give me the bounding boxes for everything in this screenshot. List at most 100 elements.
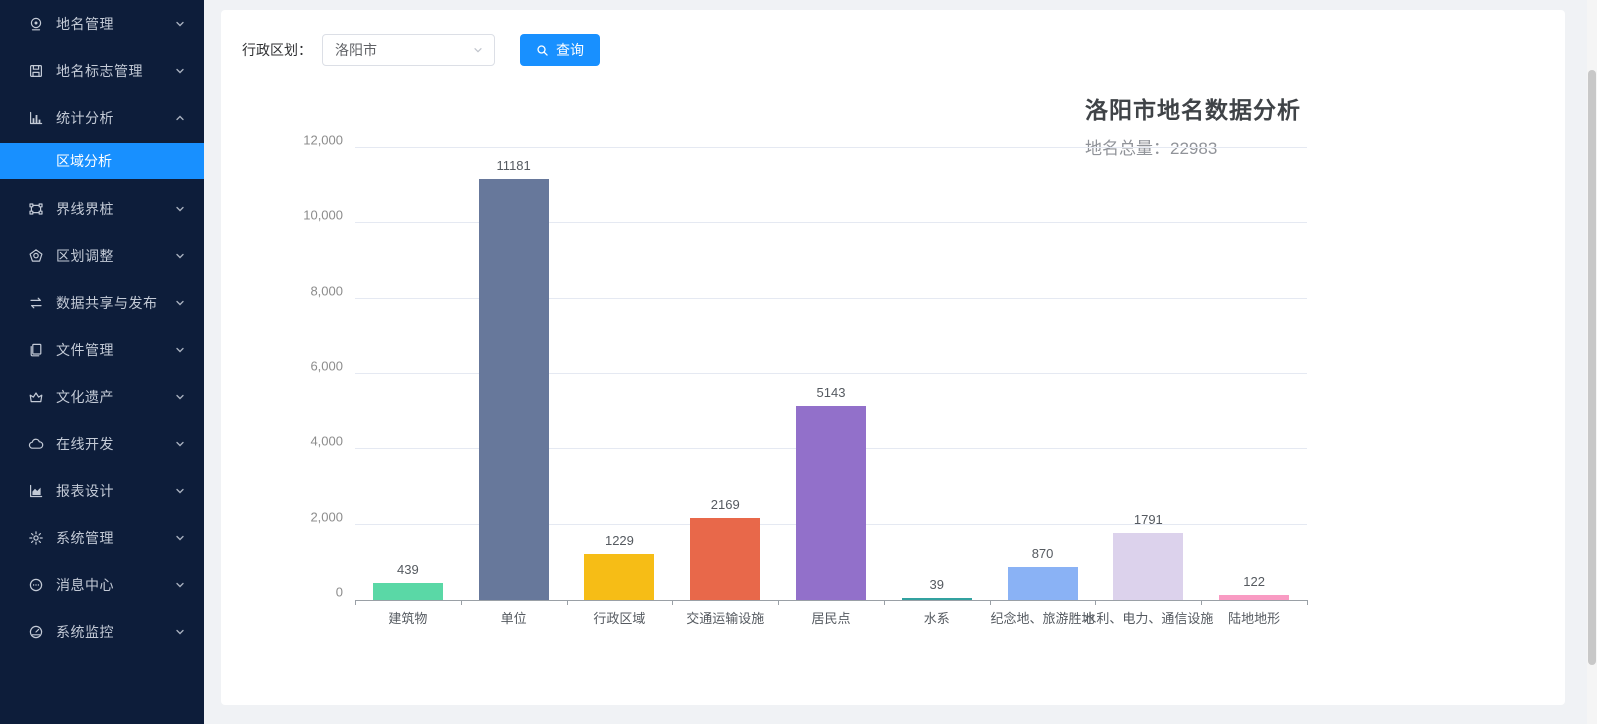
y-axis-tick-label: 4,000 — [283, 434, 343, 449]
save-icon — [28, 63, 44, 79]
x-axis-tick — [884, 600, 885, 605]
x-axis-category-label: 纪念地、旅游胜地 — [991, 608, 1095, 627]
chart-title: 洛阳市地名数据分析 — [1085, 91, 1301, 125]
sidebar-item-label: 在线开发 — [56, 434, 174, 454]
y-axis-tick-label: 8,000 — [283, 283, 343, 298]
bar-行政区域 — [584, 554, 654, 600]
x-axis-tick — [1307, 600, 1308, 605]
crown-icon — [28, 389, 44, 405]
y-axis-tick-label: 2,000 — [283, 509, 343, 524]
medal-icon — [28, 248, 44, 264]
sidebar-subitem-label: 区域分析 — [56, 151, 112, 171]
chevron-down-icon — [174, 297, 186, 309]
sidebar-item-gear[interactable]: 系统管理 — [0, 514, 204, 561]
sidebar-item-label: 数据共享与发布 — [56, 293, 174, 313]
chevron-up-icon — [174, 112, 186, 124]
chevron-down-icon — [174, 65, 186, 77]
x-axis-category-label: 单位 — [501, 608, 527, 627]
bar-单位 — [479, 179, 549, 600]
area-chart-icon — [28, 483, 44, 499]
main-content: 行政区划： 洛阳市 查询 洛阳市地名数据分析 地名总量：22983 — [204, 0, 1597, 724]
region-select[interactable]: 洛阳市 — [322, 34, 495, 66]
sidebar: 地名管理地名标志管理统计分析区域分析界线界桩区划调整数据共享与发布文件管理文化遗… — [0, 0, 204, 724]
gear-icon — [28, 530, 44, 546]
x-axis-tick — [990, 600, 991, 605]
sidebar-item-gauge[interactable]: 系统监控 — [0, 608, 204, 655]
gridline — [355, 147, 1307, 148]
bar-居民点 — [796, 406, 866, 600]
bar-value-label: 122 — [1243, 574, 1265, 589]
sidebar-item-label: 系统管理 — [56, 528, 174, 548]
chevron-down-icon — [174, 485, 186, 497]
x-axis-category-label: 陆地地形 — [1228, 608, 1280, 627]
chevron-down-icon — [174, 18, 186, 30]
chevron-down-icon — [174, 532, 186, 544]
y-axis-tick-label: 12,000 — [283, 133, 343, 148]
sidebar-item-area-chart[interactable]: 报表设计 — [0, 467, 204, 514]
sidebar-item-save[interactable]: 地名标志管理 — [0, 47, 204, 94]
page-scrollbar[interactable] — [1587, 0, 1597, 724]
swap-icon — [28, 295, 44, 311]
scrollbar-thumb[interactable] — [1588, 70, 1596, 665]
bar-value-label: 439 — [397, 562, 419, 577]
chevron-down-icon — [174, 203, 186, 215]
sidebar-item-crown[interactable]: 文化遗产 — [0, 373, 204, 420]
sidebar-item-label: 地名管理 — [56, 14, 174, 34]
chevron-down-icon — [174, 250, 186, 262]
y-axis-tick-label: 6,000 — [283, 359, 343, 374]
bar-value-label: 870 — [1032, 546, 1054, 561]
bar-陆地地形 — [1219, 595, 1289, 600]
x-axis-tick — [355, 600, 356, 605]
y-axis-tick-label: 0 — [283, 585, 343, 600]
bar-value-label: 2169 — [711, 497, 740, 512]
chevron-down-icon — [174, 438, 186, 450]
sidebar-item-bar-chart[interactable]: 统计分析 — [0, 94, 204, 141]
sidebar-item-files[interactable]: 文件管理 — [0, 326, 204, 373]
x-axis-tick — [461, 600, 462, 605]
sidebar-item-message[interactable]: 消息中心 — [0, 561, 204, 608]
chevron-down-icon — [472, 44, 484, 56]
files-icon — [28, 342, 44, 358]
x-axis-tick — [1201, 600, 1202, 605]
bar-水系 — [902, 598, 972, 600]
x-axis-tick — [672, 600, 673, 605]
bar-水利、电力、通信设施 — [1113, 533, 1183, 600]
filter-bar: 行政区划： 洛阳市 查询 — [242, 34, 600, 66]
x-axis-category-label: 建筑物 — [388, 608, 427, 627]
sidebar-item-label: 区划调整 — [56, 246, 174, 266]
bar-value-label: 39 — [930, 577, 944, 592]
sidebar-item-map-pin[interactable]: 地名管理 — [0, 0, 204, 47]
bar-chart-plot-area: 02,0004,0006,0008,00010,00012,000439建筑物1… — [355, 148, 1307, 600]
chevron-down-icon — [174, 391, 186, 403]
query-button[interactable]: 查询 — [520, 34, 600, 66]
sidebar-item-label: 界线界桩 — [56, 199, 174, 219]
x-axis-category-label: 水系 — [924, 608, 950, 627]
gauge-icon — [28, 624, 44, 640]
sidebar-item-label: 统计分析 — [56, 108, 174, 128]
x-axis-line — [355, 600, 1307, 601]
bar-value-label: 1791 — [1134, 512, 1163, 527]
bar-纪念地、旅游胜地 — [1008, 567, 1078, 600]
bar-value-label: 11181 — [497, 158, 531, 173]
sidebar-item-boundary-frame[interactable]: 界线界桩 — [0, 185, 204, 232]
x-axis-category-label: 交通运输设施 — [686, 608, 764, 627]
chevron-down-icon — [174, 344, 186, 356]
x-axis-category-label: 水利、电力、通信设施 — [1083, 608, 1213, 627]
x-axis-tick — [1095, 600, 1096, 605]
sidebar-item-medal[interactable]: 区划调整 — [0, 232, 204, 279]
sidebar-item-swap[interactable]: 数据共享与发布 — [0, 279, 204, 326]
x-axis-tick — [778, 600, 779, 605]
y-axis-tick-label: 10,000 — [283, 208, 343, 223]
map-pin-icon — [28, 16, 44, 32]
query-button-label: 查询 — [556, 40, 584, 60]
sidebar-item-label: 消息中心 — [56, 575, 174, 595]
bar-建筑物 — [373, 583, 443, 600]
sidebar-item-cloud[interactable]: 在线开发 — [0, 420, 204, 467]
sidebar-item-label: 文件管理 — [56, 340, 174, 360]
bar-chart-icon — [28, 110, 44, 126]
x-axis-category-label: 居民点 — [811, 608, 850, 627]
x-axis-tick — [567, 600, 568, 605]
region-filter-label: 行政区划： — [242, 40, 312, 60]
region-select-value: 洛阳市 — [335, 40, 377, 60]
sidebar-subitem[interactable]: 区域分析 — [0, 143, 204, 179]
